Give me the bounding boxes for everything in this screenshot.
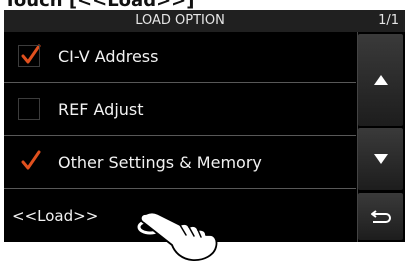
option-row-ref-adjust[interactable]: REF Adjust: [4, 85, 356, 136]
up-arrow-icon: [373, 75, 388, 85]
option-label: Other Settings & Memory: [58, 153, 262, 172]
screen-title: LOAD OPTION: [135, 13, 225, 28]
back-button[interactable]: [358, 193, 403, 240]
checkbox: [18, 45, 40, 67]
option-row-civ-address[interactable]: CI-V Address: [4, 32, 356, 83]
scroll-down-button[interactable]: [358, 128, 403, 190]
down-arrow-icon: [373, 154, 388, 164]
pointing-hand-icon: [137, 211, 218, 261]
top-caption-text: Touch [<<Load>>]: [4, 0, 194, 10]
check-mark-icon: [21, 150, 41, 170]
option-row-other-settings[interactable]: Other Settings & Memory: [4, 138, 356, 189]
title-bar: LOAD OPTION 1/1: [4, 10, 405, 32]
option-label: REF Adjust: [58, 100, 144, 119]
checkbox: [18, 98, 40, 120]
page-indicator: 1/1: [378, 13, 399, 28]
return-icon: [370, 209, 391, 223]
option-label: CI-V Address: [58, 47, 159, 66]
scroll-up-button[interactable]: [358, 34, 403, 126]
top-caption-partial: Touch [<<Load>>]: [0, 0, 409, 10]
load-label: <<Load>>: [12, 207, 99, 225]
